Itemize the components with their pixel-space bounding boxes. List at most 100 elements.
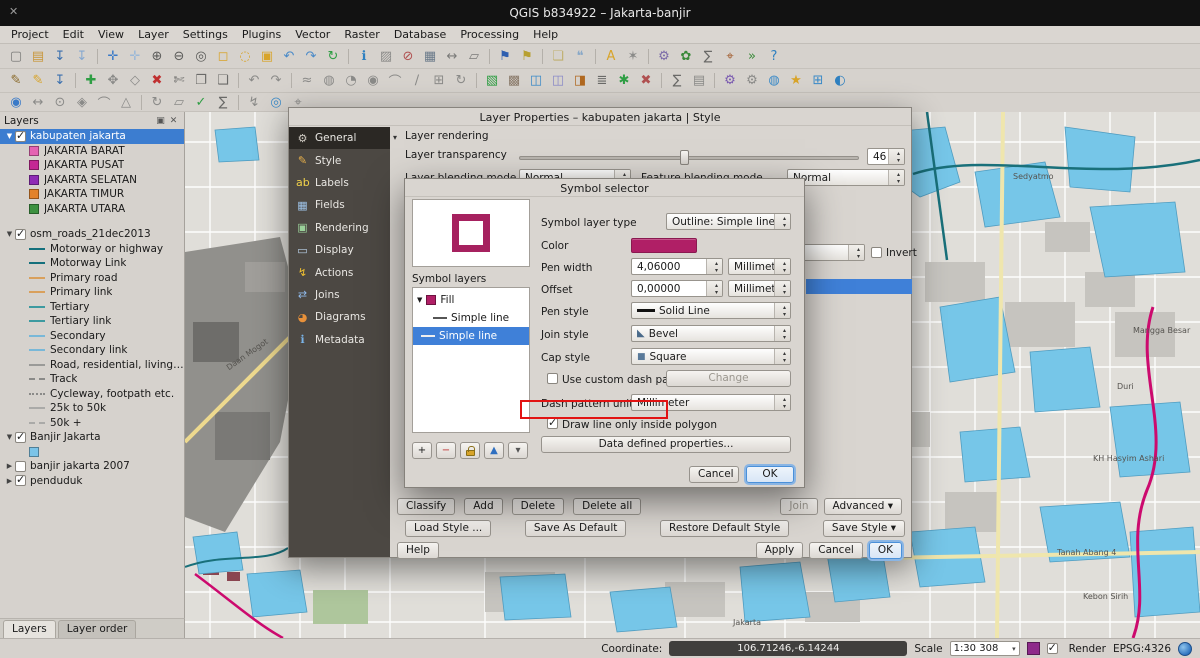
fill-ring-icon[interactable]: ◉ bbox=[362, 71, 384, 91]
layer-item-secondary-link[interactable]: Secondary link bbox=[0, 343, 184, 358]
invert-checkbox[interactable] bbox=[871, 247, 882, 258]
layer-item-motorway-or-highway[interactable]: Motorway or highway bbox=[0, 242, 184, 257]
remove-symbol-layer-button[interactable]: − bbox=[436, 442, 456, 459]
rotate-point-symbols-icon[interactable]: ↻ bbox=[146, 92, 168, 112]
statistics-icon[interactable]: ∑ bbox=[212, 92, 234, 112]
rotate-feature-icon[interactable]: ↻ bbox=[450, 71, 472, 91]
layer-item-jakarta-utara[interactable]: JAKARTA UTARA bbox=[0, 202, 184, 217]
save-project-as-icon[interactable]: ↧ bbox=[71, 46, 93, 66]
add-delimited-text-icon[interactable]: ≣ bbox=[591, 71, 613, 91]
add-part-icon[interactable]: ◔ bbox=[340, 71, 362, 91]
pan-to-selection-icon[interactable]: ✛ bbox=[124, 46, 146, 66]
save-edits-icon[interactable]: ↧ bbox=[49, 71, 71, 91]
menu-help[interactable]: Help bbox=[526, 27, 565, 42]
zoom-actual-icon[interactable]: ◎ bbox=[190, 46, 212, 66]
panel-expand-icon[interactable]: ▣ bbox=[154, 116, 167, 126]
data-defined-properties-button[interactable]: Data defined properties... bbox=[541, 436, 791, 453]
layer-item-banjir-jakarta-2007[interactable]: ▶banjir jakarta 2007 bbox=[0, 459, 184, 474]
select-features-icon[interactable]: ▨ bbox=[375, 46, 397, 66]
layer-item-penduduk[interactable]: ▶penduduk bbox=[0, 474, 184, 489]
properties-tab-style[interactable]: ✎Style bbox=[289, 149, 390, 171]
python-console-icon[interactable]: » bbox=[741, 46, 763, 66]
save-project-icon[interactable]: ↧ bbox=[49, 46, 71, 66]
current-edits-icon[interactable]: ✎ bbox=[5, 71, 27, 91]
chevron-right-icon[interactable]: ▶ bbox=[4, 462, 15, 470]
settings-icon[interactable]: ⚙ bbox=[741, 71, 763, 91]
selected-category-row[interactable] bbox=[806, 279, 912, 294]
restore-default-style-button[interactable]: Restore Default Style bbox=[660, 520, 789, 537]
raster-calculator-icon[interactable]: ∑ bbox=[697, 46, 719, 66]
labeling-icon[interactable]: A bbox=[600, 46, 622, 66]
spatial-query-icon[interactable]: ◎ bbox=[265, 92, 287, 112]
load-style-button[interactable]: Load Style ... bbox=[405, 520, 491, 537]
touch-digitize-icon[interactable]: ◉ bbox=[5, 92, 27, 112]
menu-processing[interactable]: Processing bbox=[453, 27, 526, 42]
globe-icon[interactable] bbox=[1178, 642, 1192, 656]
menu-settings[interactable]: Settings bbox=[176, 27, 235, 42]
move-down-symbol-layer-button[interactable]: ▾ bbox=[508, 442, 528, 459]
delete-selected-icon[interactable]: ✖ bbox=[146, 71, 168, 91]
cancel-button[interactable]: Cancel bbox=[689, 466, 739, 483]
ok-button[interactable]: OK bbox=[746, 466, 794, 483]
trace-digitize-icon[interactable]: ◈ bbox=[71, 92, 93, 112]
join-style-combo[interactable]: ◣ Bevel bbox=[631, 325, 791, 342]
layer-item-motorway-link[interactable]: Motorway Link bbox=[0, 256, 184, 271]
properties-tab-rendering[interactable]: ▣Rendering bbox=[289, 217, 390, 239]
chevron-right-icon[interactable]: ▶ bbox=[4, 477, 15, 485]
add-feature-icon[interactable]: ✚ bbox=[80, 71, 102, 91]
layer-item-jakarta-timur[interactable]: JAKARTA TIMUR bbox=[0, 187, 184, 202]
snapping-options-icon[interactable]: ⊙ bbox=[49, 92, 71, 112]
add-raster-layer-icon[interactable]: ▩ bbox=[503, 71, 525, 91]
grass-tools-icon[interactable]: ✿ bbox=[675, 46, 697, 66]
layer-visibility-checkbox[interactable] bbox=[15, 131, 26, 142]
layer-item-banjir-jakarta[interactable]: ▼Banjir Jakarta bbox=[0, 430, 184, 445]
deselect-features-icon[interactable]: ⊘ bbox=[397, 46, 419, 66]
pen-width-unit-combo[interactable]: Millimeter bbox=[728, 258, 791, 275]
chevron-down-icon[interactable]: ▼ bbox=[4, 433, 15, 441]
menu-database[interactable]: Database bbox=[387, 27, 454, 42]
cad-tools-icon[interactable]: △ bbox=[115, 92, 137, 112]
redo-icon[interactable]: ↷ bbox=[265, 71, 287, 91]
pan-map-icon[interactable]: ✛ bbox=[102, 46, 124, 66]
delete-button[interactable]: Delete bbox=[512, 498, 565, 515]
layer-item-track[interactable]: Track bbox=[0, 372, 184, 387]
properties-tab-fields[interactable]: ▦Fields bbox=[289, 194, 390, 216]
layer-item-primary-link[interactable]: Primary link bbox=[0, 285, 184, 300]
merge-features-icon[interactable]: ⊞ bbox=[428, 71, 450, 91]
field-calculator-icon[interactable]: ∑ bbox=[666, 71, 688, 91]
properties-tab-diagrams[interactable]: ◕Diagrams bbox=[289, 306, 390, 328]
paste-features-icon[interactable]: ❑ bbox=[212, 71, 234, 91]
open-project-icon[interactable]: ▤ bbox=[27, 46, 49, 66]
menu-vector[interactable]: Vector bbox=[288, 27, 337, 42]
layer-item-osm-roads-21dec2013[interactable]: ▼osm_roads_21dec2013 bbox=[0, 227, 184, 242]
check-geometry-icon[interactable]: ✓ bbox=[190, 92, 212, 112]
road-graph-icon[interactable]: ↯ bbox=[243, 92, 265, 112]
layer-item-swatch[interactable] bbox=[0, 445, 184, 460]
layer-item-secondary[interactable]: Secondary bbox=[0, 329, 184, 344]
move-feature-icon[interactable]: ✥ bbox=[102, 71, 124, 91]
layer-visibility-checkbox[interactable] bbox=[15, 461, 26, 472]
apply-button[interactable]: Apply bbox=[756, 542, 804, 559]
add-wfs-layer-icon[interactable]: ⊞ bbox=[807, 71, 829, 91]
text-annotation-icon[interactable]: ❏ bbox=[547, 46, 569, 66]
close-icon[interactable]: ✕ bbox=[9, 5, 18, 18]
layer-item-tertiary-link[interactable]: Tertiary link bbox=[0, 314, 184, 329]
panel-tab-layer-order[interactable]: Layer order bbox=[58, 620, 137, 638]
layer-visibility-checkbox[interactable] bbox=[15, 475, 26, 486]
zoom-to-layer-icon[interactable]: ▣ bbox=[256, 46, 278, 66]
render-checkbox[interactable] bbox=[1047, 643, 1058, 654]
add-wms-layer-icon[interactable]: ◨ bbox=[569, 71, 591, 91]
layer-visibility-checkbox[interactable] bbox=[15, 432, 26, 443]
offset-spinbox[interactable]: 0,00000 bbox=[631, 280, 723, 297]
zoom-last-icon[interactable]: ↶ bbox=[278, 46, 300, 66]
add-symbol-layer-button[interactable]: + bbox=[412, 442, 432, 459]
show-bookmarks-icon[interactable]: ⚑ bbox=[516, 46, 538, 66]
classify-button[interactable]: Classify bbox=[397, 498, 455, 515]
symbol-layer-simple-line-selected[interactable]: Simple line bbox=[413, 327, 529, 345]
properties-tab-joins[interactable]: ⇄Joins bbox=[289, 284, 390, 306]
properties-tab-display[interactable]: ▭Display bbox=[289, 239, 390, 261]
move-node-icon[interactable]: ↔ bbox=[27, 92, 49, 112]
zoom-out-icon[interactable]: ⊖ bbox=[168, 46, 190, 66]
open-attribute-table-icon[interactable]: ▦ bbox=[419, 46, 441, 66]
properties-tab-labels[interactable]: abLabels bbox=[289, 172, 390, 194]
